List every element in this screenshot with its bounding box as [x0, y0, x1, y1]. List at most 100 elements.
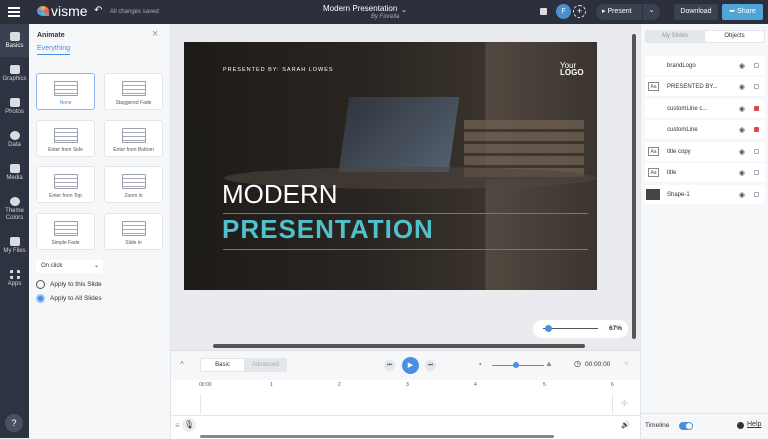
animation-thumb-icon [53, 221, 78, 236]
trigger-select[interactable]: On click ⌄ [36, 260, 103, 273]
basics-icon [9, 31, 20, 41]
skip-forward-button[interactable]: ⏭ [425, 360, 436, 371]
close-timeline-icon[interactable]: × [624, 359, 629, 368]
nav-apps[interactable]: Apps [0, 262, 29, 295]
animation-thumb-icon [53, 81, 78, 96]
animation-enter-from-top[interactable]: Enter from Top [36, 166, 95, 203]
slide[interactable]: PRESENTED BY: SARAH LOWES Your LOGO MODER… [184, 42, 597, 290]
animation-simple-fade[interactable]: Simple Fade [36, 213, 95, 250]
blank-icon [648, 125, 659, 134]
skip-back-button[interactable]: ⏮ [384, 360, 395, 371]
graphics-icon [9, 64, 20, 74]
timeline-toggle[interactable] [679, 422, 693, 430]
tab-basic[interactable]: Basic [201, 359, 244, 371]
zoom-slider-handle[interactable] [545, 325, 552, 332]
help-link[interactable]: Help [747, 421, 761, 428]
eye-icon[interactable]: ◉ [739, 148, 745, 156]
option-label: Enter from Side [48, 147, 83, 153]
time-tick: 4 [474, 382, 477, 388]
undo-icon[interactable]: ↶ [94, 5, 102, 16]
nav-theme-colors[interactable]: Theme Colors [0, 189, 29, 229]
object-row[interactable]: brandLogo ◉ [645, 56, 765, 75]
eye-icon[interactable]: ◉ [739, 62, 745, 70]
time-tick: 5 [543, 382, 546, 388]
object-row[interactable]: Aa title copy ◉ [645, 142, 765, 161]
custom-line[interactable] [223, 249, 588, 250]
add-track-icon[interactable]: ✣ [621, 399, 628, 408]
share-button[interactable]: ➦ Share [722, 4, 763, 20]
nav-graphics[interactable]: Graphics [0, 57, 29, 90]
drag-handle-icon[interactable]: ≡ [175, 421, 180, 430]
zoom-value: 67% [609, 325, 623, 332]
apply-all-slides-radio[interactable]: Apply to All Slides [36, 294, 102, 303]
eye-icon[interactable]: ◉ [739, 105, 745, 113]
option-label: Enter from Bottom [113, 147, 154, 153]
object-row[interactable]: customLine c... ◉ [645, 99, 765, 118]
speed-slider-handle[interactable] [513, 362, 519, 368]
lock-icon[interactable] [754, 106, 759, 111]
animation-slide-in[interactable]: Slide in [104, 213, 163, 250]
present-button[interactable]: ▸ Present [596, 4, 642, 20]
unlock-icon[interactable] [754, 170, 759, 175]
comments-icon[interactable] [540, 8, 547, 15]
nav-basics[interactable]: Basics [0, 24, 29, 57]
tab-advanced[interactable]: Advanced [244, 359, 287, 371]
tab-my-slides[interactable]: My Slides [645, 33, 705, 39]
horizontal-scrollbar[interactable] [213, 344, 585, 348]
animation-enter-from-side[interactable]: Enter from Side [36, 120, 95, 157]
microphone-button[interactable]: 🎙 [182, 418, 196, 432]
photos-icon [9, 97, 20, 107]
unlock-icon[interactable] [754, 192, 759, 197]
time-tick: 00:00 [199, 382, 212, 388]
left-nav: Basics Graphics Photos Data Media Theme … [0, 24, 29, 438]
document-title[interactable]: Modern Presentation [323, 4, 397, 13]
add-collaborator-icon[interactable]: + [573, 5, 586, 18]
animation-staggered-fade[interactable]: Staggered Fade [104, 73, 163, 110]
unlock-icon[interactable] [754, 149, 759, 154]
nav-my-files[interactable]: My Files [0, 229, 29, 262]
title-copy[interactable]: MODERN [222, 179, 338, 210]
animation-none[interactable]: None [36, 73, 95, 110]
avatar[interactable]: F [556, 4, 571, 19]
unlock-icon[interactable] [754, 63, 759, 68]
animation-thumb-icon [121, 81, 146, 96]
timeline-track[interactable] [200, 394, 613, 414]
object-row[interactable]: Aa PRESENTED BY... ◉ [645, 77, 765, 96]
collapse-icon[interactable]: ^ [180, 360, 184, 369]
nav-data[interactable]: Data [0, 123, 29, 156]
play-button[interactable]: ▶ [402, 357, 419, 374]
presenter-text[interactable]: PRESENTED BY: SARAH LOWES [223, 67, 334, 73]
object-row[interactable]: Shape-1 ◉ [645, 185, 765, 204]
menu-icon[interactable] [8, 7, 20, 17]
download-button[interactable]: Download [674, 4, 718, 20]
tab-objects[interactable]: Objects [705, 31, 764, 42]
eye-icon[interactable]: ◉ [739, 126, 745, 134]
option-label: Zoom in [124, 193, 143, 199]
unlock-icon[interactable] [754, 84, 759, 89]
title-chevron-icon[interactable]: ⌄ [401, 6, 407, 14]
brand-logo[interactable]: Your LOGO [560, 62, 584, 77]
eye-icon[interactable]: ◉ [739, 191, 745, 199]
vertical-scrollbar[interactable] [632, 34, 636, 339]
animation-zoom-in[interactable]: Zoom in [104, 166, 163, 203]
eye-icon[interactable]: ◉ [739, 83, 745, 91]
eye-icon[interactable]: ◉ [739, 169, 745, 177]
object-row[interactable]: Aa title ◉ [645, 163, 765, 182]
close-icon[interactable]: × [152, 28, 158, 40]
object-row[interactable]: customLine ◉ [645, 120, 765, 139]
title[interactable]: PRESENTATION [222, 214, 434, 245]
help-button[interactable]: ? [5, 414, 23, 432]
volume-icon[interactable]: 🔊 [621, 421, 630, 429]
help-icon[interactable] [737, 422, 744, 429]
total-time: 00:00:00 [585, 361, 611, 368]
apply-this-slide-radio[interactable]: Apply to this Slide [36, 280, 102, 289]
text-icon: Aa [648, 147, 659, 156]
lock-icon[interactable] [754, 127, 759, 132]
nav-photos[interactable]: Photos [0, 90, 29, 123]
present-options-button[interactable]: ⌄ [643, 4, 660, 20]
tab-everything[interactable]: Everything [37, 45, 71, 55]
media-icon [9, 163, 20, 173]
nav-label: Apps [7, 280, 22, 287]
nav-media[interactable]: Media [0, 156, 29, 189]
animation-enter-from-bottom[interactable]: Enter from Bottom [104, 120, 163, 157]
